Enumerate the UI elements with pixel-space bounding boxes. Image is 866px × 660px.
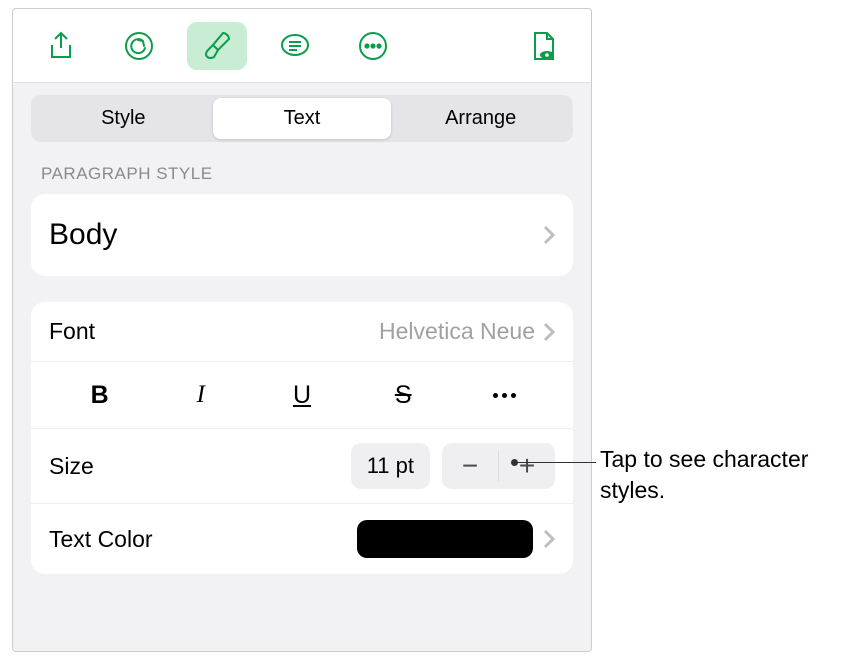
style-buttons-row: B I U S [31, 361, 573, 428]
inspector-tabs: Style Text Arrange [31, 95, 573, 142]
toolbar [13, 9, 591, 83]
bold-button[interactable]: B [49, 374, 150, 416]
tab-style[interactable]: Style [34, 98, 213, 139]
ellipsis-icon [493, 393, 516, 398]
undo-button[interactable] [109, 22, 169, 70]
size-label: Size [49, 453, 351, 480]
document-options-button[interactable] [513, 22, 573, 70]
undo-icon [123, 30, 155, 62]
document-eye-icon [527, 30, 559, 62]
inspector-body: Style Text Arrange Paragraph Style Body … [13, 83, 591, 651]
underline-button[interactable]: U [251, 374, 352, 416]
size-row: Size 11 pt − + [31, 428, 573, 503]
strikethrough-button[interactable]: S [353, 374, 454, 416]
font-value: Helvetica Neue [379, 318, 535, 345]
format-inspector-panel: Style Text Arrange Paragraph Style Body … [12, 8, 592, 652]
format-button[interactable] [187, 22, 247, 70]
size-increase-button[interactable]: + [499, 443, 555, 489]
chevron-right-icon [543, 225, 555, 245]
more-button[interactable] [343, 22, 403, 70]
paragraph-style-row[interactable]: Body [31, 194, 573, 276]
font-label: Font [49, 318, 379, 345]
font-card: Font Helvetica Neue B I U S Size 11 pt − [31, 302, 573, 574]
size-stepper: − + [442, 443, 555, 489]
comment-button[interactable] [265, 22, 325, 70]
share-icon [45, 30, 77, 62]
tab-text[interactable]: Text [213, 98, 392, 139]
paragraph-style-card: Body [31, 194, 573, 276]
character-styles-button[interactable] [454, 374, 555, 416]
share-button[interactable] [31, 22, 91, 70]
paragraph-style-value: Body [49, 218, 543, 252]
italic-button[interactable]: I [150, 374, 251, 416]
callout-text: Tap to see character styles. [600, 444, 866, 506]
chevron-right-icon [543, 529, 555, 549]
text-color-label: Text Color [49, 526, 357, 553]
more-circle-icon [357, 30, 389, 62]
paintbrush-icon [201, 30, 233, 62]
size-decrease-button[interactable]: − [442, 443, 498, 489]
font-row[interactable]: Font Helvetica Neue [31, 302, 573, 361]
section-header-paragraph-style: Paragraph Style [31, 164, 573, 194]
size-value[interactable]: 11 pt [351, 443, 430, 489]
tab-arrange[interactable]: Arrange [391, 98, 570, 139]
text-color-swatch [357, 520, 533, 558]
callout-leader-line [514, 462, 596, 463]
text-color-row[interactable]: Text Color [31, 503, 573, 574]
comment-icon [279, 30, 311, 62]
chevron-right-icon [543, 322, 555, 342]
